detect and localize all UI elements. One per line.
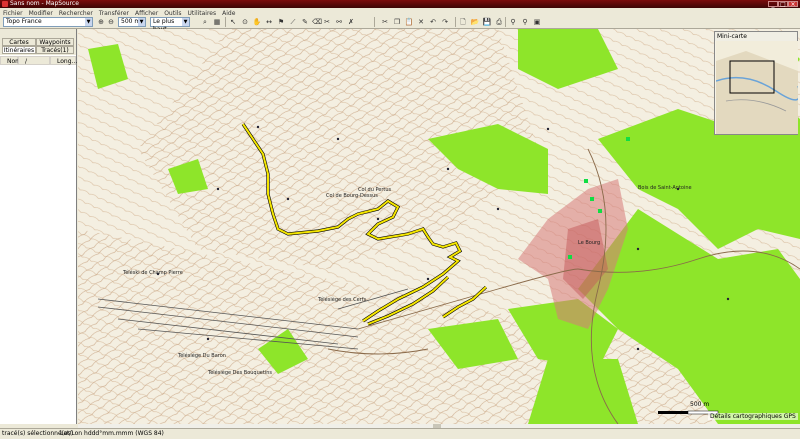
chevron-down-icon: ▼ bbox=[182, 18, 189, 26]
new-file-icon[interactable]: 🗋 bbox=[458, 17, 468, 27]
connect-tool-icon[interactable]: ⚯ bbox=[334, 17, 344, 27]
cut-icon[interactable]: ✂ bbox=[380, 17, 390, 27]
zoom-out-icon[interactable]: ⊖ bbox=[106, 17, 116, 27]
split-tool-icon[interactable]: ✂ bbox=[322, 17, 332, 27]
undo-icon[interactable]: ↶ bbox=[428, 17, 438, 27]
redo-icon[interactable]: ↷ bbox=[440, 17, 450, 27]
zoom-tool-icon[interactable]: ⌕ bbox=[200, 17, 210, 27]
map-label: Col de Bourg-Dessus bbox=[326, 193, 378, 199]
topo-map[interactable]: Col de Bourg-Dessus Téléski de Champ Pie… bbox=[78, 29, 800, 424]
find-places-icon[interactable]: ⚲ bbox=[520, 17, 530, 27]
toolbar-separator bbox=[505, 17, 506, 27]
detail-text: Détails cartographiques GPS bbox=[708, 413, 798, 420]
close-button[interactable]: × bbox=[788, 1, 798, 8]
hand-tool-icon[interactable]: ✋ bbox=[252, 17, 262, 27]
find-icon[interactable]: ⚲ bbox=[508, 17, 518, 27]
route-tool-icon[interactable]: ⟋ bbox=[288, 17, 298, 27]
toolbar: Topo France ▼ ⊕ ⊖ 500 m ▼ Le plus haut ▼… bbox=[0, 16, 800, 33]
scale-label: 500 m bbox=[690, 401, 710, 408]
status-bar: tracé(s) sélectionné(es) Lat/Lon hddd°mm… bbox=[0, 428, 800, 438]
detail-level-select[interactable]: Le plus haut ▼ bbox=[150, 17, 190, 33]
map-label: Télésiège Des Bouquetins bbox=[207, 369, 272, 376]
column-sort[interactable]: / bbox=[18, 56, 50, 65]
erase-tool-icon[interactable]: ⌫ bbox=[312, 17, 322, 27]
map-tool-icon[interactable]: ▦ bbox=[212, 17, 222, 27]
print-icon[interactable]: ⎙ bbox=[494, 17, 504, 27]
toolbar-separator bbox=[225, 17, 226, 27]
map-label: Col du Pertus bbox=[358, 187, 392, 193]
minimap-canvas[interactable] bbox=[716, 41, 798, 134]
save-icon[interactable]: 💾 bbox=[482, 17, 492, 27]
panel-tabs: Cartes Waypoints Itinéraires Tracés(1) bbox=[0, 29, 76, 55]
minimap[interactable]: Mini-carte bbox=[714, 31, 798, 135]
map-view[interactable]: Col de Bourg-Dessus Téléski de Champ Pie… bbox=[78, 29, 800, 424]
product-select-value: Topo France bbox=[6, 18, 42, 25]
map-label: Le Bourg bbox=[578, 240, 600, 246]
gps-device-icon[interactable]: ▣ bbox=[532, 17, 542, 27]
distance-tool-icon[interactable]: ↔ bbox=[264, 17, 274, 27]
app-icon bbox=[2, 1, 8, 7]
zoom-area-icon[interactable]: ⊙ bbox=[240, 17, 250, 27]
tab-routes[interactable]: Itinéraires bbox=[2, 46, 36, 54]
toolbar-separator bbox=[374, 17, 375, 27]
tab-waypoints[interactable]: Waypoints bbox=[36, 38, 74, 46]
open-folder-icon[interactable]: 📂 bbox=[470, 17, 480, 27]
copy-icon[interactable]: ❐ bbox=[392, 17, 402, 27]
zoom-scale-select[interactable]: 500 m ▼ bbox=[118, 17, 146, 27]
paste-icon[interactable]: 📋 bbox=[404, 17, 414, 27]
maximize-button[interactable]: □ bbox=[778, 1, 788, 8]
menu-bar: Fichier Modifier Rechercher Transférer Affic… bbox=[0, 8, 800, 17]
chevron-down-icon: ▼ bbox=[138, 18, 145, 26]
title-bar: Sans nom - MapSource _ □ × bbox=[0, 0, 800, 8]
map-label: Bois de Saint-Antoine bbox=[638, 185, 692, 191]
minimap-title: Mini-carte bbox=[715, 32, 797, 41]
tab-tracks[interactable]: Tracés(1) bbox=[36, 46, 74, 54]
tab-maps[interactable]: Cartes bbox=[2, 38, 36, 46]
track-tool-icon[interactable]: ✎ bbox=[300, 17, 310, 27]
column-length[interactable]: Long... bbox=[50, 56, 77, 65]
select-tool-icon[interactable]: ↖ bbox=[228, 17, 238, 27]
map-label: Téléski de Champ Pierre bbox=[122, 269, 183, 276]
delete-icon[interactable]: ✕ bbox=[416, 17, 426, 27]
product-select[interactable]: Topo France ▼ bbox=[3, 17, 93, 27]
map-label: Télésiège Du Baron bbox=[177, 352, 226, 359]
zoom-in-icon[interactable]: ⊕ bbox=[96, 17, 106, 27]
map-label: Télésiège des Cerfs bbox=[317, 296, 366, 303]
toolbar-separator bbox=[455, 17, 456, 27]
waypoint-tool-icon[interactable]: ⚑ bbox=[276, 17, 286, 27]
minimize-button[interactable]: _ bbox=[768, 1, 778, 8]
chevron-down-icon: ▼ bbox=[85, 18, 92, 26]
left-panel: Cartes Waypoints Itinéraires Tracés(1) N… bbox=[0, 29, 77, 424]
column-name[interactable]: Nom bbox=[0, 56, 21, 65]
window-title: Sans nom - MapSource bbox=[10, 0, 79, 7]
delete-track-icon[interactable]: ✗ bbox=[346, 17, 356, 27]
